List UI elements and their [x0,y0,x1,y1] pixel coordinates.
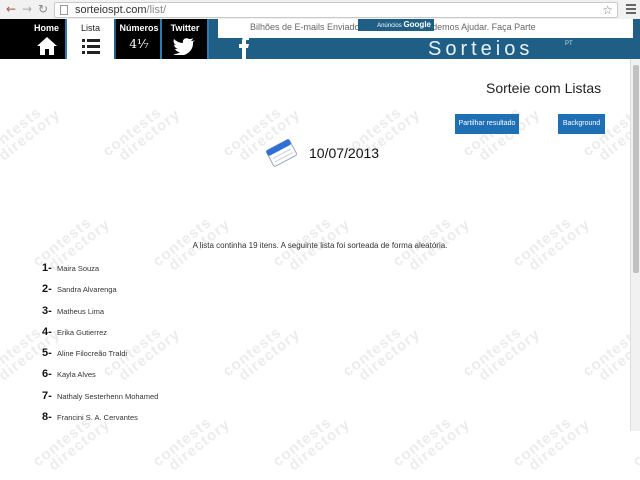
tab-lista[interactable]: Lista [67,19,114,59]
watermark: contestsdirectory [459,323,544,385]
bookmark-star-icon[interactable]: ☆ [602,3,613,17]
watermark: contestsdirectory [269,413,354,475]
watermark: contestsdirectory [509,413,594,475]
list-item-number: 6- [42,368,52,381]
home-icon [36,37,57,55]
list-item-name: Francini S. A. Cervantes [57,413,138,423]
watermark: contestsdirectory [219,323,304,385]
facebook-icon[interactable] [238,36,250,59]
list-item-name: Aline Filocreão Traldi [57,349,128,359]
list-item-name: Erika Gutierrez [57,327,108,337]
background-button[interactable]: Background [558,114,605,134]
ads-label: Anúncios [377,23,402,29]
page-title: Sorteie com Listas [486,80,602,96]
tab-twitter-label: Twitter [170,23,200,33]
list-item-name: Matheus Lima [57,306,105,316]
watermark: contestsdirectory [0,103,64,165]
tab-numeros[interactable]: Números 4¹⁄₇ [116,19,162,59]
address-bar[interactable]: sorteiospt.com/list/ ☆ [54,2,618,18]
tab-lista-label: Lista [80,23,100,33]
browser-menu-icon[interactable] [626,4,636,16]
watermark: contestsdirectory [339,323,424,385]
list-item-number: 3- [42,304,52,317]
fraction-icon: 4¹⁄₇ [129,37,149,51]
brand-suffix: PT [565,41,573,47]
brand-logo-text: Sorteios [428,38,534,60]
browser-toolbar: ← → ↻ sorteiospt.com/list/ ☆ [0,0,640,20]
tab-home[interactable]: Home [22,19,71,59]
list-item-number: 1- [42,262,52,274]
watermark: contestsdirectory [389,413,474,475]
page-icon [60,5,68,15]
result-info: A lista continha 19 itens. A seguinte li… [192,241,448,250]
twitter-bird-icon [173,38,195,56]
back-icon[interactable]: ← [4,3,18,16]
list-item-number: 7- [42,389,52,402]
list-item-name: Kayla Alves [57,370,96,380]
share-result-button[interactable]: Partilhar resultado [455,114,519,134]
url-text: sorteiospt.com/list/ [75,4,167,16]
draw-date: 10/07/2013 [309,145,380,161]
tab-separator [207,19,209,59]
watermark: contestsdirectory [0,323,64,385]
tab-twitter[interactable]: Twitter [162,19,208,59]
list-item-number: 8- [42,411,52,424]
watermark: contestsdirectory [149,413,234,475]
watermark: contestsdirectory [99,103,184,165]
scrollbar-thumb[interactable] [633,65,639,273]
list-item-name: Nathaly Sesterhenn Mohamed [57,391,159,401]
forward-icon[interactable]: → [20,3,34,16]
list-item-number: 5- [42,347,52,360]
list-item-name: Sandra Alvarenga [57,285,117,295]
header-left-edge [0,19,22,59]
list-item-number: 2- [42,283,52,296]
list-item-number: 4- [42,325,52,338]
tab-home-label: Home [33,23,59,33]
scrollbar[interactable] [630,59,640,431]
ads-by-google[interactable]: Anúncios Google [358,19,434,31]
tab-numeros-label: Números [119,23,159,33]
list-icon [81,39,100,54]
google-label: Google [403,20,431,29]
reload-icon[interactable]: ↻ [36,3,50,16]
calendar-icon [265,139,297,167]
list-item-name: Maira Souza [57,264,100,273]
